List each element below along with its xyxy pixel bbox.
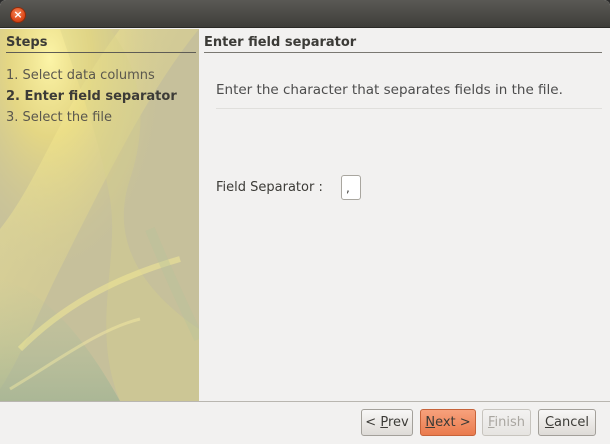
wizard-window: × Steps 1. Select data columns 2. Enter … — [0, 0, 610, 444]
steps-title: Steps — [6, 35, 48, 50]
description-divider — [216, 108, 602, 109]
next-button[interactable]: Next > — [420, 409, 476, 436]
close-icon[interactable]: × — [10, 7, 26, 23]
step-title: Enter field separator — [204, 35, 357, 50]
title-bar: × — [0, 0, 610, 28]
step-item: 1. Select data columns — [6, 68, 155, 83]
step-content: Enter field separator Enter the characte… — [199, 29, 610, 401]
step-item: 3. Select the file — [6, 110, 113, 125]
step-item-current: 2. Enter field separator — [6, 89, 177, 104]
title-divider — [204, 52, 602, 53]
prev-button[interactable]: < Prev — [361, 409, 413, 436]
finish-button[interactable]: Finish — [482, 409, 531, 436]
field-separator-label: Field Separator : — [216, 180, 323, 195]
steps-divider — [6, 52, 196, 53]
steps-panel: Steps 1. Select data columns 2. Enter fi… — [0, 29, 199, 401]
steps-list: 1. Select data columns 2. Enter field se… — [6, 65, 196, 128]
step-description: Enter the character that separates field… — [216, 82, 563, 98]
cancel-button[interactable]: Cancel — [538, 409, 596, 436]
field-separator-input[interactable] — [341, 175, 361, 200]
footer-divider — [0, 401, 610, 402]
